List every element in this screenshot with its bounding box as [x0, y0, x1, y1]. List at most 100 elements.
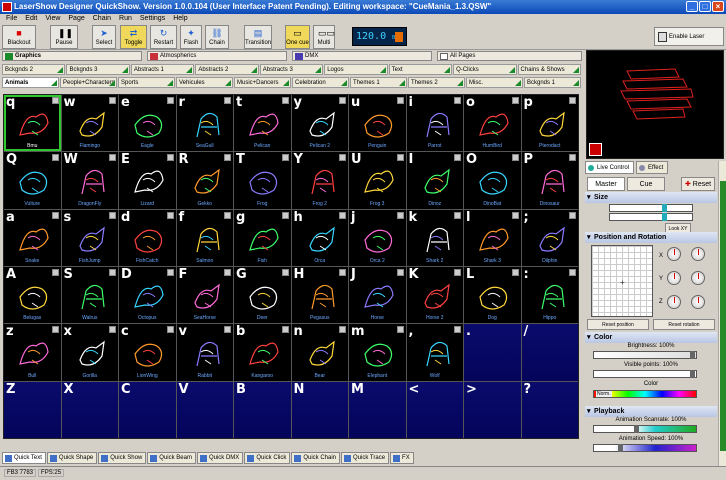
tab-celebration[interactable]: Celebration [292, 77, 349, 88]
master-button[interactable]: Master [587, 177, 625, 191]
cue-cell[interactable]: j Orca 2 [349, 209, 406, 266]
tab-abstracts-1[interactable]: Abstracts 1 [130, 64, 195, 75]
right-panel-scrollbar[interactable] [718, 161, 726, 466]
cue-options-icon[interactable] [454, 154, 461, 162]
menu-edit[interactable]: Edit [25, 14, 37, 24]
tab-sports[interactable]: Sports [118, 77, 175, 88]
cue-options-icon[interactable] [224, 211, 231, 219]
cue-options-icon[interactable] [511, 97, 519, 104]
cue-cell[interactable]: < [406, 381, 463, 438]
cue-cell[interactable]: X [61, 381, 118, 438]
playback-section-header[interactable]: Playback [585, 406, 717, 417]
cue-cell[interactable]: , Wolf [406, 324, 463, 381]
cue-cell[interactable]: M [349, 381, 406, 438]
cue-options-icon[interactable] [511, 211, 519, 219]
beat-display[interactable]: 120.0 BPM [352, 27, 407, 46]
restart-button[interactable]: ↻ Restart [150, 25, 177, 49]
x-position-knob[interactable] [691, 247, 705, 261]
chain-button[interactable]: ⛓ Chain [205, 25, 229, 49]
cue-options-icon[interactable] [396, 211, 404, 219]
size-x-slider[interactable] [609, 204, 693, 212]
cue-cell[interactable]: N [291, 381, 348, 438]
cue-cell[interactable]: m Elephant [349, 324, 406, 381]
cue-options-icon[interactable] [511, 154, 519, 162]
tab-bckgnds-2[interactable]: Bckgnds 2 [2, 64, 66, 75]
cue-cell[interactable]: e Eagle [119, 95, 176, 152]
cue-cell[interactable]: Q Vulture [4, 152, 61, 209]
cue-cell[interactable]: : Hippo [521, 266, 578, 324]
laser-preview[interactable] [586, 50, 724, 159]
cue-options-icon[interactable] [224, 268, 231, 276]
cue-cell[interactable]: a Snake [4, 209, 61, 266]
select-button[interactable]: ➤ Select [92, 25, 116, 49]
tab-people-characters[interactable]: People+Characters [60, 77, 117, 88]
cue-cell[interactable]: v Rabbit [176, 324, 233, 381]
menu-page[interactable]: Page [68, 14, 84, 24]
cue-options-icon[interactable] [339, 326, 346, 334]
cue-cell[interactable]: b Kangaroo [234, 324, 291, 381]
tab-text[interactable]: Text [388, 64, 453, 75]
tab-themes-1[interactable]: Themes 1 [350, 77, 407, 88]
visible-points-slider[interactable] [593, 370, 697, 378]
cue-cell[interactable]: k Shark 2 [406, 209, 463, 266]
minimize-button[interactable]: _ [686, 1, 698, 12]
maximize-button[interactable]: □ [699, 1, 711, 12]
z-rotation-knob[interactable] [667, 295, 681, 309]
cue-options-icon[interactable] [396, 97, 404, 104]
cue-cell[interactable]: s FishJump [61, 209, 118, 266]
cue-cell[interactable]: n Bear [291, 324, 348, 381]
cue-cell[interactable]: K Horse 2 [406, 266, 463, 324]
cue-cell[interactable]: B [234, 381, 291, 438]
animation-scanrate-slider[interactable] [593, 425, 697, 433]
cue-options-icon[interactable] [281, 97, 289, 104]
cue-cell[interactable]: Z [4, 381, 61, 438]
category-atmospherics[interactable]: Atmospherics [147, 51, 287, 61]
cue-cell[interactable]: h Orca [291, 209, 348, 266]
tab-abstracts-3[interactable]: Abstracts 3 [259, 64, 324, 75]
cue-options-icon[interactable] [224, 326, 231, 334]
position-rotation-section-header[interactable]: Position and Rotation [585, 232, 717, 243]
cue-options-icon[interactable] [109, 326, 116, 334]
cue-cell[interactable]: w Flamingo [61, 95, 118, 152]
tab-quick-text[interactable]: Quick Text [2, 452, 46, 464]
cue-cell[interactable]: G Deer [234, 266, 291, 324]
tab-themes-2[interactable]: Themes 2 [408, 77, 465, 88]
menu-settings[interactable]: Settings [140, 14, 165, 24]
cue-cell[interactable]: t Pelican [234, 95, 291, 152]
cue-cell[interactable]: z Bull [4, 324, 61, 381]
cue-cell[interactable]: i Parrot [406, 95, 463, 152]
close-button[interactable]: × [712, 1, 724, 12]
transition-button[interactable]: ▤ Transition [244, 25, 272, 49]
tab-misc-[interactable]: Misc. [466, 77, 523, 88]
menu-chain[interactable]: Chain [93, 14, 111, 24]
cue-cell[interactable]: C [119, 381, 176, 438]
cue-cell[interactable]: I Dinoz [406, 152, 463, 209]
y-rotation-knob[interactable] [667, 271, 681, 285]
cue-cell[interactable]: f Salmon [176, 209, 233, 266]
cue-cell[interactable]: o HumBird [464, 95, 521, 152]
cue-options-icon[interactable] [454, 268, 461, 276]
cue-cell[interactable]: Y Frog 2 [291, 152, 348, 209]
tab-music-dancers[interactable]: Music+Dancers [234, 77, 291, 88]
one-cue-button[interactable]: ▭ One cue [285, 25, 310, 49]
cue-cell[interactable]: / [521, 324, 578, 381]
cue-options-icon[interactable] [281, 154, 289, 162]
toggle-button[interactable]: ⇄ Toggle [120, 25, 147, 49]
cue-cell[interactable]: O DinoBat [464, 152, 521, 209]
cue-cell[interactable]: ? [521, 381, 578, 438]
cue-options-icon[interactable] [166, 97, 174, 104]
cue-cell[interactable]: V [176, 381, 233, 438]
brightness-slider[interactable] [593, 351, 697, 359]
cue-options-icon[interactable] [281, 326, 289, 334]
tab-abstracts-2[interactable]: Abstracts 2 [195, 64, 259, 75]
multi-button[interactable]: ▭▭ Multi [313, 25, 335, 49]
cue-cell[interactable]: D Octopus [119, 266, 176, 324]
category-all-pages[interactable]: All Pages [437, 51, 582, 61]
cue-cell[interactable]: p Pterodact [521, 95, 578, 152]
tab-quick-shape[interactable]: Quick Shape [46, 452, 98, 464]
cue-options-icon[interactable] [166, 326, 174, 334]
cue-cell[interactable]: x Gorilla [61, 324, 118, 381]
reset-position-button[interactable]: Reset position [587, 319, 649, 330]
tab-quick-chain[interactable]: Quick Chain [291, 452, 341, 464]
y-position-knob[interactable] [691, 271, 705, 285]
